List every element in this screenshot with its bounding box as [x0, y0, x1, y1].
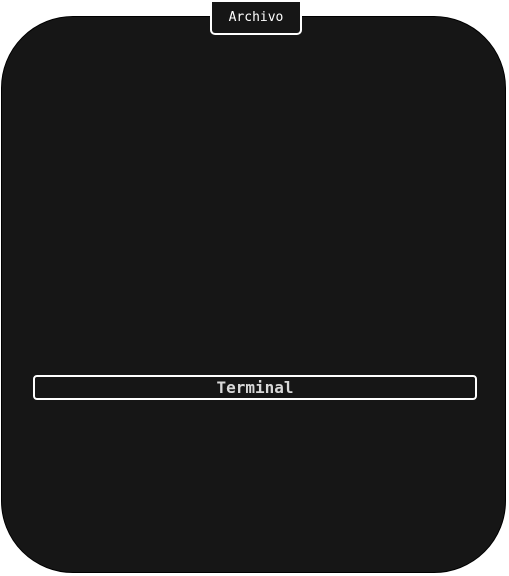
screen: Archivo Terminal	[0, 0, 509, 576]
terminal-button-label: Terminal	[216, 378, 294, 397]
archivo-tab-label: Archivo	[228, 10, 284, 25]
archivo-tab[interactable]: Archivo	[210, 2, 302, 35]
main-panel	[1, 16, 506, 573]
terminal-button[interactable]: Terminal	[33, 375, 477, 400]
